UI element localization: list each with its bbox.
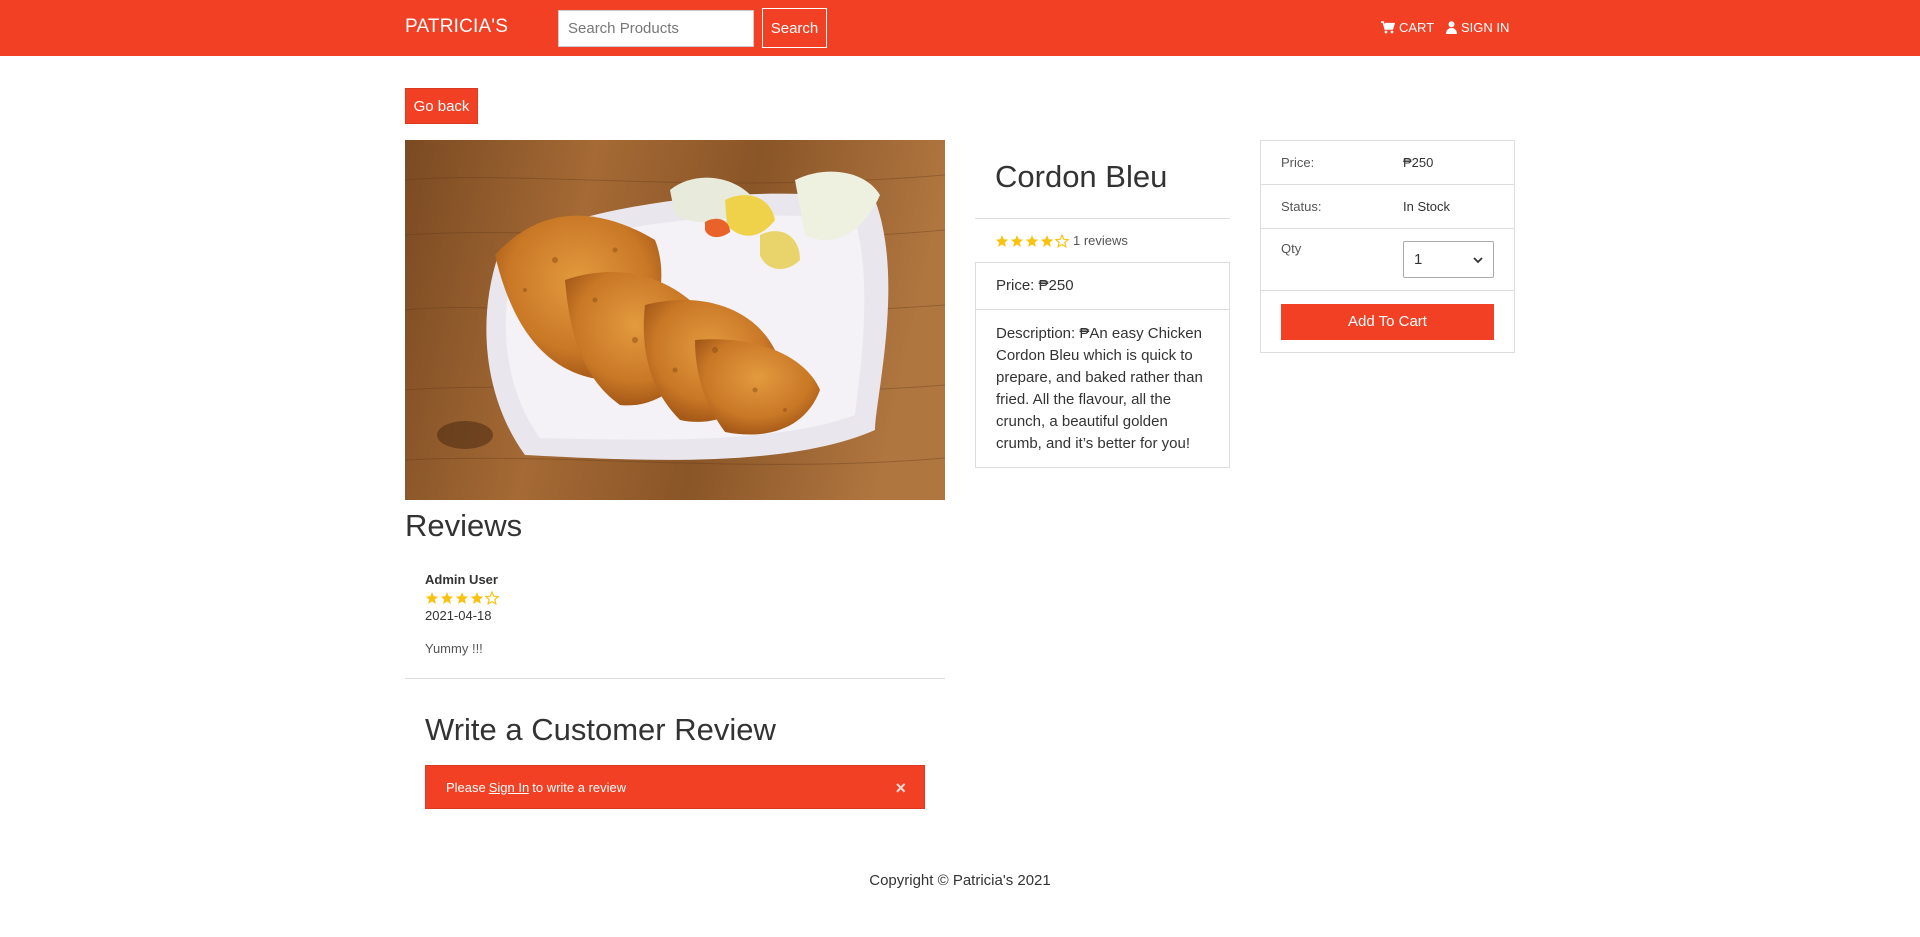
navbar: PATRICIA'S Search CART SIGN IN: [0, 0, 1920, 56]
qty-value: 1: [1414, 251, 1423, 268]
star-icon: [1025, 234, 1039, 247]
product-rating: 1 reviews: [975, 219, 1230, 264]
signin-alert: Please Sign In to write a review ×: [425, 765, 925, 809]
signin-label: SIGN IN: [1461, 20, 1510, 35]
cart-qty-row: Qty 1: [1261, 229, 1514, 291]
star-empty-icon: [1055, 233, 1069, 248]
cart-status-row: Status: In Stock: [1261, 185, 1514, 229]
user-icon: [1446, 21, 1457, 34]
footer-copyright: Copyright © Patricia's 2021: [869, 872, 1051, 889]
brand-logo[interactable]: PATRICIA'S: [405, 16, 508, 38]
star-icon: [995, 234, 1009, 247]
price-value: ₱250: [1403, 155, 1434, 170]
rating-stars: [995, 233, 1069, 248]
review-author: Admin User: [425, 572, 498, 587]
review-date: 2021-04-18: [425, 608, 492, 623]
star-icon: [455, 592, 469, 604]
cart-card: Price: ₱250 Status: In Stock Qty 1 Add T…: [1260, 140, 1515, 353]
qty-label: Qty: [1281, 241, 1302, 256]
product-image: [405, 140, 945, 500]
price-description-box: Price: ₱250 Description: ₱An easy Chicke…: [975, 263, 1230, 469]
go-back-button[interactable]: Go back: [405, 88, 478, 124]
qty-select[interactable]: 1: [1403, 241, 1494, 278]
review-comment: Yummy !!!: [425, 641, 483, 656]
alert-signin-link[interactable]: Sign In: [489, 780, 529, 795]
cart-price-row: Price: ₱250: [1261, 141, 1514, 185]
review-item: Admin User 2021-04-18 Yummy !!!: [405, 560, 945, 679]
signin-link[interactable]: SIGN IN: [1446, 20, 1509, 35]
search-button[interactable]: Search: [762, 8, 827, 48]
review-count: 1 reviews: [1073, 233, 1128, 249]
cart-add-row: Add To Cart: [1261, 291, 1514, 352]
cart-link[interactable]: CART: [1381, 20, 1434, 35]
chevron-down-icon: [1473, 251, 1483, 268]
product-title: Cordon Bleu: [975, 140, 1230, 220]
star-icon: [440, 592, 454, 604]
star-icon: [470, 592, 484, 604]
product-description: Description: ₱An easy Chicken Cordon Ble…: [996, 325, 1203, 453]
status-value: In Stock: [1403, 199, 1450, 214]
search-input[interactable]: [558, 10, 754, 47]
alert-prefix: Please: [446, 779, 486, 795]
star-icon: [1010, 234, 1024, 247]
write-review-heading: Write a Customer Review: [425, 712, 776, 747]
star-empty-icon: [485, 591, 499, 605]
review-stars: [425, 591, 925, 605]
cart-icon: [1381, 21, 1395, 34]
add-to-cart-button[interactable]: Add To Cart: [1281, 303, 1494, 340]
product-price: Price: ₱250: [976, 263, 1229, 311]
reviews-heading: Reviews: [405, 508, 523, 543]
status-label: Status:: [1281, 199, 1322, 214]
alert-suffix: to write a review: [532, 779, 627, 795]
star-icon: [1040, 234, 1054, 247]
price-label: Price:: [1281, 155, 1315, 170]
cart-label: CART: [1399, 20, 1435, 35]
close-icon[interactable]: ×: [895, 778, 906, 799]
product-info: Cordon Bleu 1 reviews Price: ₱250 Descri…: [975, 140, 1230, 469]
star-icon: [425, 592, 439, 604]
